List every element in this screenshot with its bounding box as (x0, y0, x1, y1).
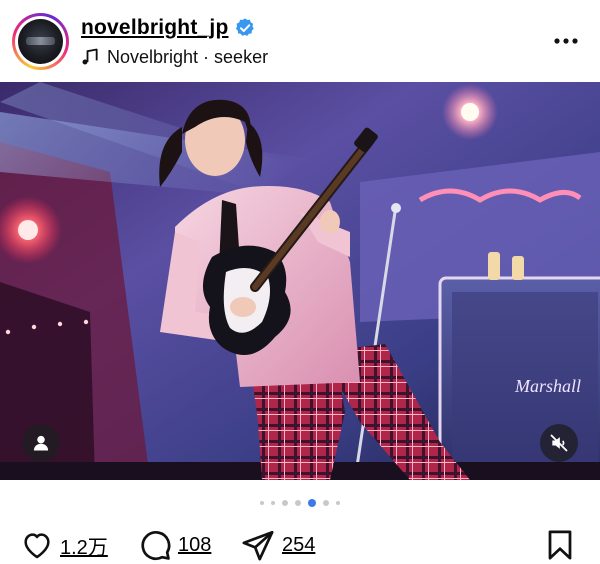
like-count[interactable]: 1.2万 (60, 531, 108, 560)
post-photo[interactable]: Marshall (0, 82, 600, 480)
carousel-dot (336, 501, 340, 505)
verified-icon (235, 18, 254, 36)
mute-button[interactable] (540, 424, 578, 462)
music-note-icon (82, 48, 98, 65)
share-button[interactable]: 254 (240, 526, 315, 564)
more-icon[interactable] (553, 37, 579, 45)
carousel-indicator (0, 498, 600, 508)
audio-link[interactable]: Novelbright · seeker (80, 46, 268, 68)
carousel-dot (260, 501, 264, 505)
heart-icon (24, 533, 50, 559)
comment-count[interactable]: 108 (178, 534, 211, 557)
post-header: novelbright_jp Novelbright · seeker (0, 0, 600, 82)
comment-icon (141, 531, 171, 561)
action-bar: 1.2万 108 254 (0, 526, 600, 564)
share-icon (242, 530, 274, 561)
username-link[interactable]: novelbright_jp (81, 16, 228, 40)
carousel-dot (295, 500, 301, 506)
carousel-dot (271, 501, 275, 505)
concert-photo: Marshall (0, 82, 600, 480)
share-count[interactable]: 254 (282, 534, 315, 557)
person-tag-icon (33, 435, 49, 451)
carousel-dot (323, 500, 329, 506)
carousel-dot (282, 500, 288, 506)
like-button[interactable]: 1.2万 (20, 526, 108, 564)
comment-button[interactable]: 108 (138, 526, 211, 564)
instagram-post: novelbright_jp Novelbright · seeker Mars… (0, 0, 600, 564)
avatar[interactable] (12, 13, 69, 70)
amp-logo: Marshall (514, 376, 581, 396)
carousel-dot-active (308, 499, 316, 507)
audio-label: Novelbright · seeker (107, 46, 269, 67)
mute-icon (550, 434, 568, 452)
tagged-people-button[interactable] (22, 424, 60, 462)
bookmark-icon[interactable] (547, 530, 573, 560)
